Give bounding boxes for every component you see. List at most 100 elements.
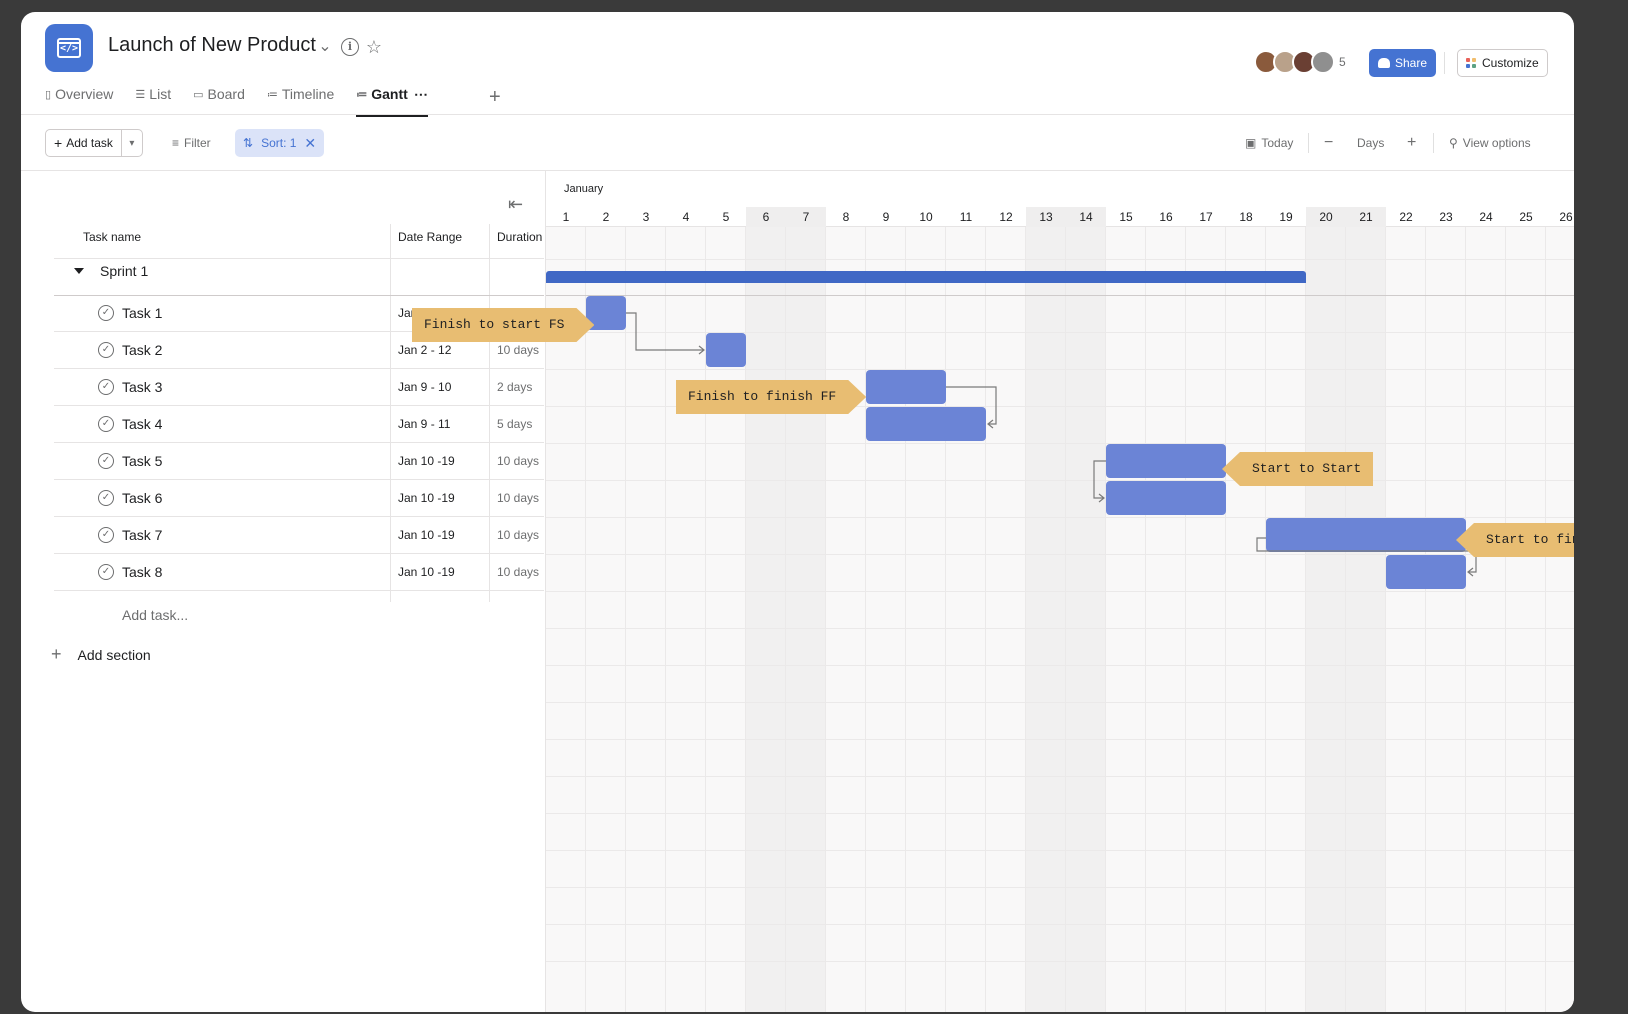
- task-bar[interactable]: [1106, 444, 1226, 478]
- project-title[interactable]: Launch of New Product: [108, 34, 316, 57]
- grid-row-line: [546, 369, 1574, 370]
- task-name[interactable]: Task 3: [122, 379, 162, 395]
- task-date-range[interactable]: Jan 10 -19: [398, 491, 455, 505]
- task-duration[interactable]: 5 days: [497, 417, 532, 431]
- day-column: [946, 227, 986, 1012]
- task-bar[interactable]: [706, 333, 746, 367]
- task-row[interactable]: ✓ Task 4 Jan 9 - 11 5 days: [54, 406, 544, 443]
- task-row[interactable]: ✓ Task 3 Jan 9 - 10 2 days: [54, 369, 544, 406]
- more-icon[interactable]: ⋯: [414, 86, 428, 103]
- view-options-button[interactable]: ⚲ View options: [1449, 129, 1531, 157]
- task-row[interactable]: ✓ Task 5 Jan 10 -19 10 days: [54, 443, 544, 480]
- grid-row-line: [546, 850, 1574, 851]
- task-name[interactable]: Task 8: [122, 564, 162, 580]
- task-date-range[interactable]: Jan 10 -19: [398, 565, 455, 579]
- add-task-inline[interactable]: Add task...: [122, 607, 188, 623]
- collapse-panel-icon[interactable]: ⇤: [508, 194, 523, 215]
- task-duration[interactable]: 10 days: [497, 565, 539, 579]
- check-circle-icon[interactable]: ✓: [98, 453, 114, 469]
- column-header-task-name[interactable]: Task name: [83, 230, 141, 244]
- task-row[interactable]: ✓ Task 7 Jan 10 -19 10 days: [54, 517, 544, 554]
- task-row[interactable]: ✓ Task 6 Jan 10 -19 10 days: [54, 480, 544, 517]
- filter-button[interactable]: ≡ Filter: [172, 129, 211, 157]
- gantt-icon: ≔: [356, 88, 368, 101]
- task-name[interactable]: Task 4: [122, 416, 162, 432]
- board-icon: ▭: [193, 88, 204, 101]
- member-avatars[interactable]: 5: [1254, 50, 1346, 74]
- filter-label: Filter: [184, 136, 211, 150]
- today-button[interactable]: ▣ Today: [1245, 129, 1293, 157]
- task-bar[interactable]: [1386, 555, 1466, 589]
- customize-button[interactable]: Customize: [1457, 49, 1548, 77]
- tab-list[interactable]: ☰ List: [135, 82, 171, 106]
- grid-row-line: [546, 480, 1574, 481]
- tab-timeline[interactable]: ≔ Timeline: [267, 82, 334, 106]
- add-tab-icon[interactable]: +: [489, 86, 501, 109]
- day-label: 4: [682, 210, 690, 224]
- column-header-date-range[interactable]: Date Range: [398, 230, 462, 244]
- zoom-in-icon[interactable]: +: [1407, 129, 1416, 157]
- task-duration[interactable]: 2 days: [497, 380, 532, 394]
- day-label: 14: [1066, 207, 1106, 227]
- customize-icon: [1466, 58, 1476, 68]
- view-options-label: View options: [1462, 136, 1531, 150]
- chevron-down-icon[interactable]: ⌄: [316, 38, 334, 56]
- close-icon[interactable]: ✕: [304, 135, 316, 152]
- scale-label: Days: [1357, 136, 1385, 150]
- task-bar[interactable]: [866, 407, 986, 441]
- check-circle-icon[interactable]: ✓: [98, 379, 114, 395]
- grid-row-line: [546, 776, 1574, 777]
- add-section-button[interactable]: + Add section: [51, 644, 151, 665]
- section-summary-bar[interactable]: [546, 271, 1306, 283]
- task-row[interactable]: ✓ Task 8 Jan 10 -19 10 days: [54, 554, 544, 591]
- task-duration[interactable]: 10 days: [497, 528, 539, 542]
- check-circle-icon[interactable]: ✓: [98, 527, 114, 543]
- task-name[interactable]: Task 1: [122, 305, 162, 321]
- time-scale-label[interactable]: Days: [1357, 129, 1384, 157]
- task-date-range[interactable]: Jan 9 - 11: [398, 417, 450, 431]
- info-icon[interactable]: i: [341, 38, 359, 56]
- day-label: 2: [602, 210, 610, 224]
- tab-label: Board: [207, 86, 245, 102]
- column-header-duration[interactable]: Duration: [497, 230, 542, 244]
- task-date-range[interactable]: Jan 2 - 12: [398, 343, 451, 357]
- check-circle-icon[interactable]: ✓: [98, 416, 114, 432]
- task-date-range[interactable]: Jan 10 -19: [398, 528, 455, 542]
- task-date-range[interactable]: Jan 9 - 10: [398, 380, 451, 394]
- sort-chip[interactable]: ⇅ Sort: 1 ✕: [235, 129, 325, 157]
- star-icon[interactable]: ☆: [365, 38, 383, 56]
- check-circle-icon[interactable]: ✓: [98, 490, 114, 506]
- tab-overview[interactable]: ▯ Overview: [45, 82, 113, 106]
- grid-row-line: [546, 961, 1574, 962]
- day-column: [1386, 227, 1426, 1012]
- chevron-down-icon[interactable]: ▾: [122, 130, 142, 156]
- task-name[interactable]: Task 5: [122, 453, 162, 469]
- check-circle-icon[interactable]: ✓: [98, 564, 114, 580]
- day-column: [986, 227, 1026, 1012]
- task-name[interactable]: Task 2: [122, 342, 162, 358]
- check-circle-icon[interactable]: ✓: [98, 305, 114, 321]
- tab-gantt[interactable]: ≔ Gantt ⋯: [356, 82, 428, 117]
- task-bar[interactable]: [866, 370, 946, 404]
- task-duration[interactable]: 10 days: [497, 491, 539, 505]
- task-bar[interactable]: [1106, 481, 1226, 515]
- add-task-button[interactable]: + Add task: [46, 130, 122, 156]
- task-name[interactable]: Task 7: [122, 527, 162, 543]
- share-button[interactable]: Share: [1369, 49, 1437, 77]
- task-bar[interactable]: [1266, 518, 1466, 552]
- zoom-out-icon[interactable]: −: [1324, 129, 1333, 157]
- task-name[interactable]: Task 6: [122, 490, 162, 506]
- sort-icon: ⇅: [243, 136, 254, 150]
- task-duration[interactable]: 10 days: [497, 454, 539, 468]
- caret-down-icon[interactable]: [74, 267, 84, 274]
- task-date-range[interactable]: Jan 10 -19: [398, 454, 455, 468]
- customize-label: Customize: [1482, 56, 1539, 70]
- code-window-icon[interactable]: </>: [45, 24, 93, 72]
- task-duration[interactable]: 10 days: [497, 343, 539, 357]
- check-circle-icon[interactable]: ✓: [98, 342, 114, 358]
- section-row[interactable]: Sprint 1: [54, 252, 544, 289]
- today-label: Today: [1261, 136, 1294, 150]
- plus-icon: +: [51, 644, 62, 664]
- gantt-chart[interactable]: January 1 2 3 4 5 6 7 8 9 10 11 12 13 14 15 16 17 18 19 20 2…: [545, 171, 1574, 1012]
- tab-board[interactable]: ▭ Board: [193, 82, 245, 106]
